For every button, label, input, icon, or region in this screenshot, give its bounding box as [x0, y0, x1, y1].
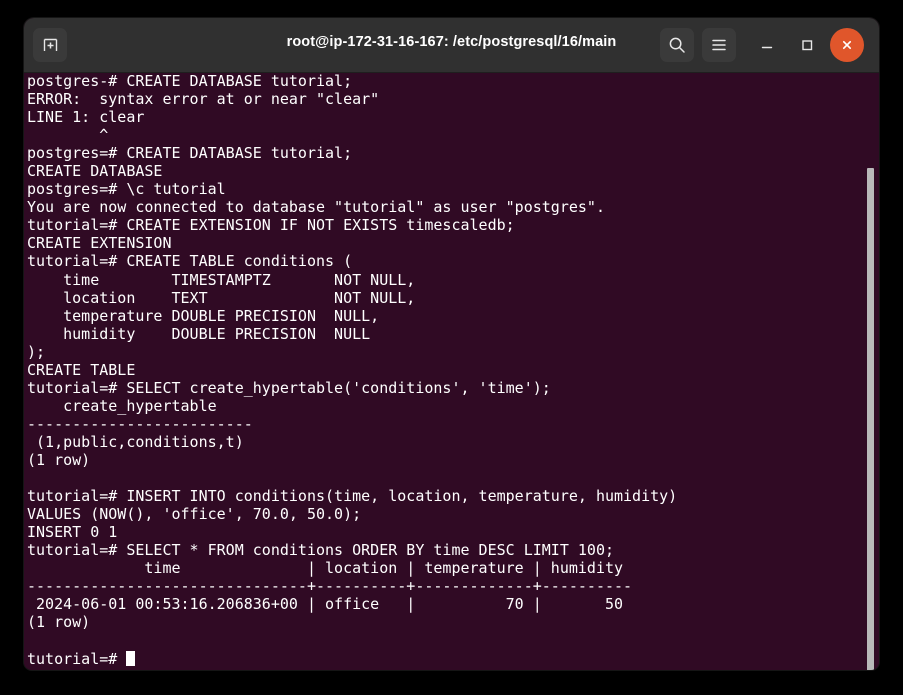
terminal-output: postgres-# CREATE DATABASE tutorial; ERR… [27, 73, 677, 668]
terminal-cursor [126, 650, 136, 666]
terminal-scrollback: postgres-# CREATE DATABASE tutorial; ERR… [27, 73, 678, 632]
window-titlebar[interactable]: root@ip-172-31-16-167: /etc/postgresql/1… [24, 18, 879, 73]
hamburger-menu-icon[interactable] [702, 28, 736, 62]
terminal-prompt: tutorial=# [27, 649, 127, 668]
minimize-icon[interactable] [750, 28, 784, 62]
terminal-body[interactable]: postgres-# CREATE DATABASE tutorial; ERR… [24, 73, 879, 670]
new-tab-icon[interactable] [33, 28, 67, 62]
vertical-scrollbar[interactable] [867, 168, 874, 670]
maximize-icon[interactable] [790, 28, 824, 62]
terminal-window: root@ip-172-31-16-167: /etc/postgresql/1… [24, 18, 879, 670]
close-icon[interactable] [830, 28, 864, 62]
search-icon[interactable] [660, 28, 694, 62]
